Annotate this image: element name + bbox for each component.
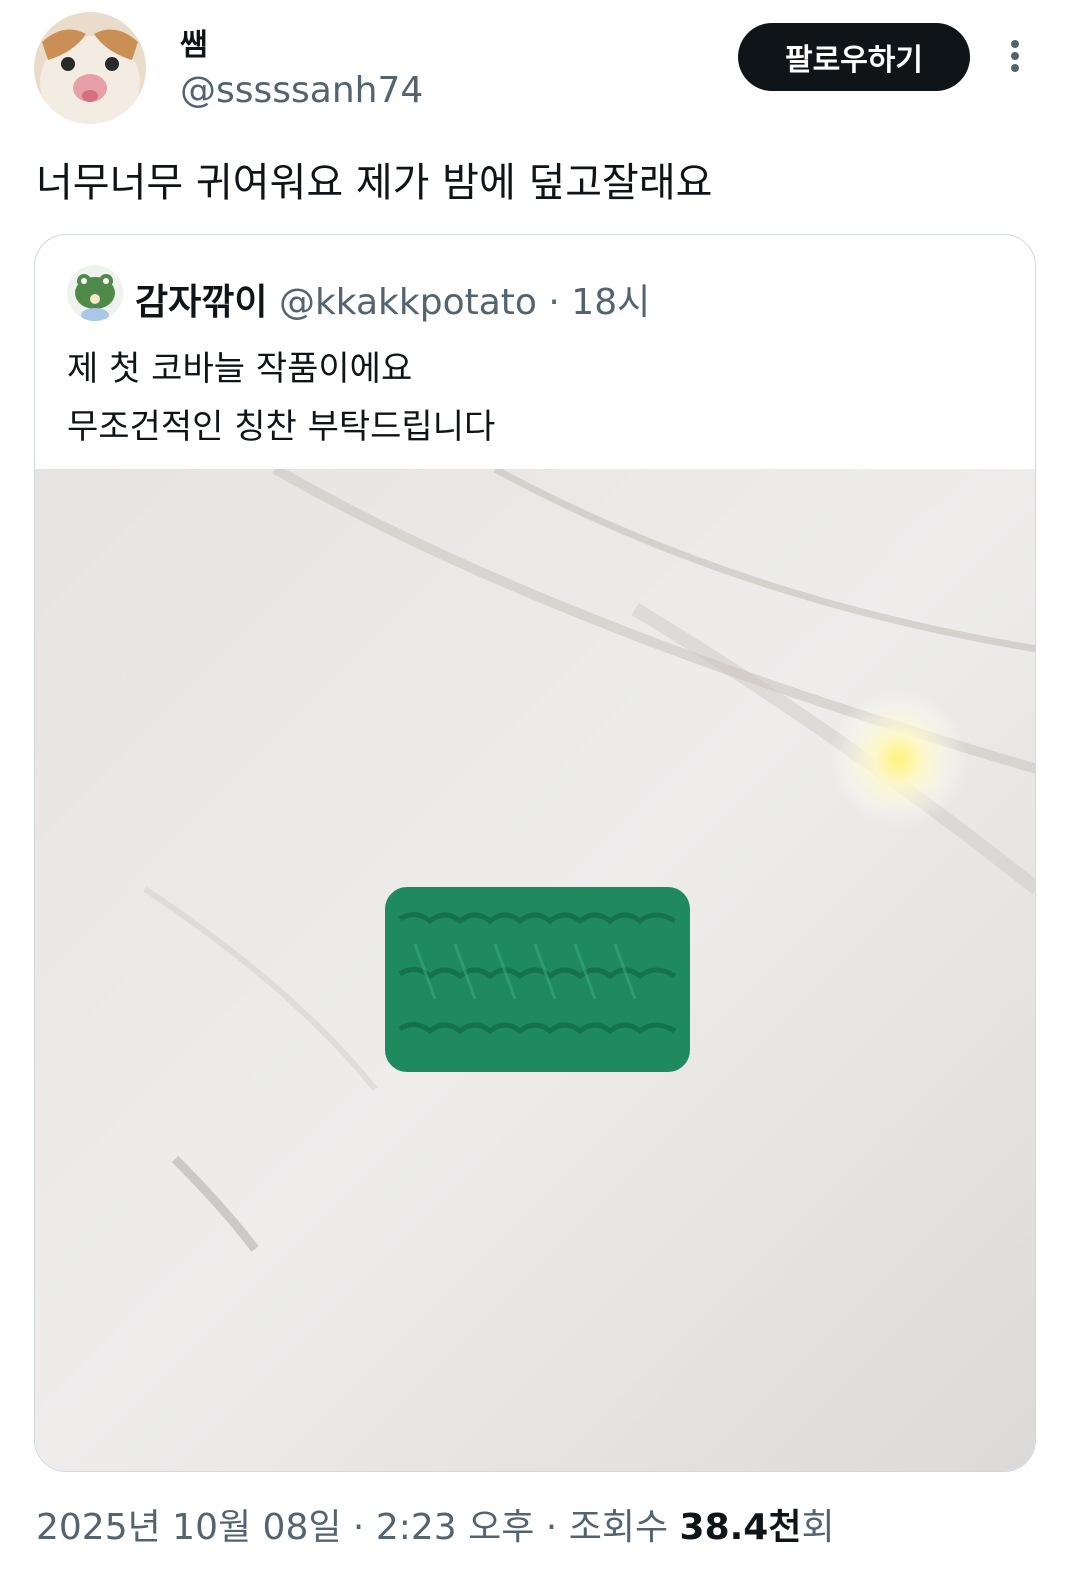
more-dot [1011,40,1019,48]
views-count: 38.4천 [679,1507,802,1548]
quoted-author-avatar[interactable] [67,265,123,321]
meta-separator: · [536,282,572,323]
author-avatar[interactable] [34,12,146,124]
views-suffix: 회 [801,1507,835,1548]
author-handle[interactable]: @sssssanh74 [180,70,423,111]
author-display-name[interactable]: 쌤 [180,20,208,64]
green-crochet-swatch-photo-icon [35,464,1035,1471]
quoted-tweet-card[interactable]: 감자깎이 @kkakkpotato · 18시 제 첫 코바늘 작품이에요 무조… [34,234,1036,1472]
tweet-footer: 2025년 10월 08일 · 2:23 오후 · 조회수 38.4천회 [36,1498,835,1550]
more-options-icon[interactable] [1001,36,1029,76]
quoted-tweet-header: 감자깎이 @kkakkpotato · 18시 [135,273,650,325]
footer-separator: · [534,1507,569,1548]
quoted-time[interactable]: 18시 [571,282,650,323]
quoted-text-line-1: 제 첫 코바늘 작품이에요 [67,349,413,389]
quoted-media-photo[interactable] [35,464,1035,1471]
frog-character-avatar-icon [67,265,123,321]
more-dot [1011,64,1019,72]
more-dot [1011,52,1019,60]
follow-button[interactable]: 팔로우하기 [738,23,970,91]
views-label: 조회수 [568,1507,680,1548]
quoted-handle[interactable]: @kkakkpotato [279,282,537,323]
footer-separator: · [341,1507,376,1548]
tweet-date[interactable]: 2025년 10월 08일 [36,1507,341,1548]
quoted-display-name[interactable]: 감자깎이 [135,282,267,323]
cat-face-avatar-icon [34,12,146,124]
quoted-text-line-2: 무조건적인 칭찬 부탁드립니다 [67,407,496,447]
tweet-text: 너무너무 귀여워요 제가 밤에 덮고잘래요 [36,160,713,206]
tweet-time[interactable]: 2:23 오후 [376,1507,535,1548]
